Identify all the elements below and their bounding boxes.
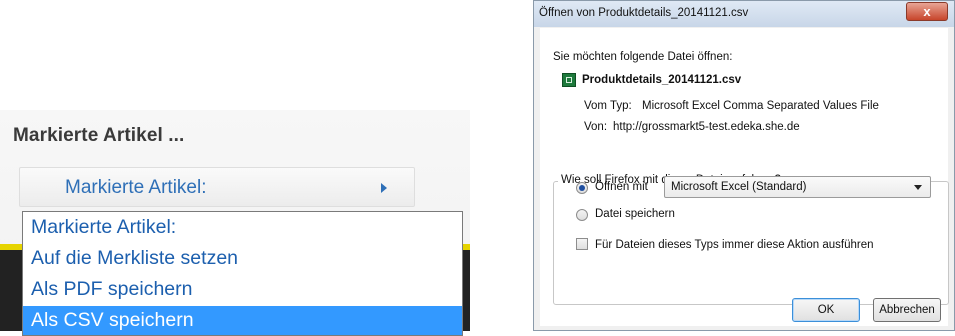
close-icon: x	[923, 4, 931, 19]
list-option-save-pdf[interactable]: Als PDF speichern	[23, 275, 462, 304]
remember-choice-checkbox[interactable]	[576, 238, 588, 250]
dialog-title: Öffnen von Produktdetails_20141121.csv	[539, 7, 749, 19]
open-with-value: Microsoft Excel (Standard)	[671, 181, 807, 193]
file-name: Produktdetails_20141121.csv	[582, 74, 742, 86]
excel-file-icon	[562, 73, 576, 87]
ok-button[interactable]: OK	[792, 298, 860, 322]
section-title: Markierte Artikel ...	[13, 125, 185, 146]
list-option-add-to-watchlist[interactable]: Auf die Merkliste setzen	[23, 244, 462, 273]
list-option-marked-articles[interactable]: Markierte Artikel:	[23, 213, 462, 242]
web-panel: Markierte Artikel ... Markierte Artikel:…	[0, 0, 470, 336]
save-file-label: Datei speichern	[595, 208, 675, 220]
from-label: Von:	[584, 121, 608, 133]
dialog-titlebar: Öffnen von Produktdetails_20141121.csv x	[534, 1, 954, 27]
marked-articles-dropdown-list[interactable]: Markierte Artikel: Auf die Merkliste set…	[22, 211, 463, 336]
cancel-button[interactable]: Abbrechen	[873, 298, 941, 322]
close-button[interactable]: x	[906, 2, 948, 21]
open-with-radio[interactable]	[576, 182, 588, 194]
type-label: Vom Typ:	[584, 100, 632, 112]
type-value: Microsoft Excel Comma Separated Values F…	[642, 100, 879, 112]
save-file-radio[interactable]	[576, 209, 588, 221]
remember-choice-label: Für Dateien dieses Typs immer diese Akti…	[595, 239, 874, 251]
chevron-right-icon	[381, 183, 387, 193]
select-label: Markierte Artikel:	[65, 177, 207, 198]
marked-articles-select[interactable]: Markierte Artikel:	[19, 167, 415, 207]
chevron-down-icon	[914, 185, 922, 190]
open-file-dialog: Öffnen von Produktdetails_20141121.csv x…	[533, 0, 955, 331]
dialog-prompt: Sie möchten folgende Datei öffnen:	[553, 51, 733, 63]
open-with-select[interactable]: Microsoft Excel (Standard)	[664, 176, 931, 198]
open-with-label: Öffnen mit	[595, 181, 648, 193]
from-value: http://grossmarkt5-test.edeka.she.de	[613, 121, 800, 133]
yellow-accent	[0, 244, 24, 250]
